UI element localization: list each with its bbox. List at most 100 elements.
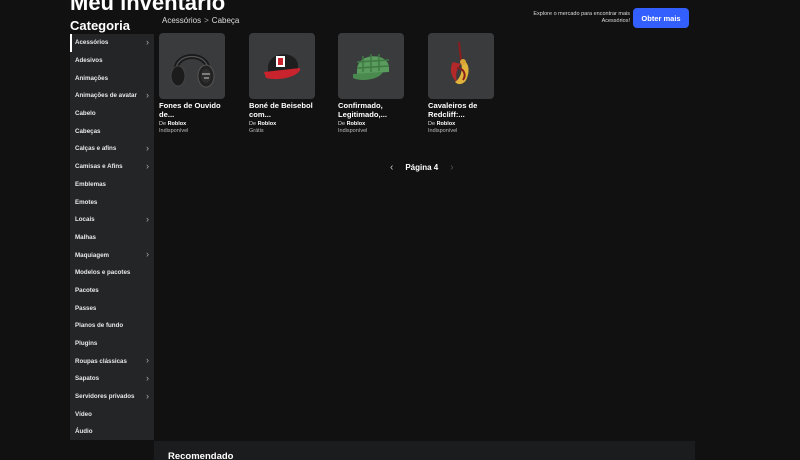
sidebar-item-maquiagem[interactable]: Maquiagem › <box>70 246 154 264</box>
item-creator-link[interactable]: Roblox <box>437 121 456 127</box>
plaid-cap-icon <box>353 54 390 80</box>
item-card[interactable]: Boné de Beisebol com... De Roblox Grátis <box>249 33 315 134</box>
item-thumbnail[interactable] <box>159 33 225 99</box>
sidebar-item-passes[interactable]: Passes <box>70 299 154 317</box>
sidebar-item-label: Camisas e Afins <box>75 163 123 171</box>
chevron-right-icon: › <box>146 373 149 384</box>
sidebar-item-label: Passes <box>75 304 97 312</box>
chevron-right-icon: › <box>146 355 149 366</box>
sidebar-item-adesivos[interactable]: Adesivos <box>70 52 154 70</box>
page-indicator: Página 4 <box>405 163 439 172</box>
item-price: Indisponível <box>338 127 368 134</box>
chevron-right-icon: › <box>146 37 149 47</box>
item-price: Indisponível <box>428 127 458 134</box>
sidebar-item-locais[interactable]: Locais › <box>70 211 154 229</box>
next-page-button[interactable]: › <box>450 162 453 173</box>
sidebar-item-malhas[interactable]: Malhas <box>70 229 154 247</box>
item-thumbnail[interactable] <box>249 33 315 99</box>
chevron-right-icon: › <box>146 249 149 260</box>
pagination: ‹ Página 4 › <box>390 162 454 173</box>
previous-page-button[interactable]: ‹ <box>390 162 393 173</box>
item-creator: De Roblox <box>159 121 225 127</box>
sidebar-item-label: Acessórios <box>75 39 109 47</box>
item-creator: De Roblox <box>338 121 404 127</box>
recommended-section: Recomendado <box>154 441 695 460</box>
sidebar-item-roupas-classicas[interactable]: Roupas clássicas › <box>70 352 154 370</box>
sidebar-item-sapatos[interactable]: Sapatos › <box>70 370 154 388</box>
sidebar-title: Categoria <box>70 18 130 33</box>
sidebar-item-label: Animações de avatar <box>75 92 137 100</box>
sidebar-item-animacoes[interactable]: Animações <box>70 69 154 87</box>
sidebar-item-label: Animações <box>75 74 109 82</box>
sidebar-item-label: Maquiagem <box>75 251 110 259</box>
sidebar-item-label: Calças e afins <box>75 145 117 153</box>
sidebar-item-video[interactable]: Vídeo <box>70 405 154 423</box>
recommended-title: Recomendado <box>168 451 234 460</box>
sidebar-item-label: Malhas <box>75 233 96 241</box>
item-creator: De Roblox <box>428 121 494 127</box>
item-thumbnail[interactable] <box>338 33 404 99</box>
chevron-right-icon: › <box>146 90 149 101</box>
item-card[interactable]: Fones de Ouvido de... De Roblox Indispon… <box>159 33 225 134</box>
item-name[interactable]: Boné de Beisebol com... <box>249 101 315 120</box>
item-creator-link[interactable]: Roblox <box>347 121 366 127</box>
sidebar-item-calcas[interactable]: Calças e afins › <box>70 140 154 158</box>
chevron-right-icon: › <box>146 213 149 224</box>
marketplace-promo-text: Explore o mercado para encontrar mais Ac… <box>533 11 630 24</box>
sidebar-item-camisas[interactable]: Camisas e Afins › <box>70 158 154 176</box>
sidebar-item-label: Locais <box>75 216 95 224</box>
sidebar-item-label: Roupas clássicas <box>75 357 127 365</box>
sidebar-item-planos-de-fundo[interactable]: Planos de fundo <box>70 317 154 335</box>
sidebar-item-label: Plugins <box>75 340 98 348</box>
sidebar-item-plugins[interactable]: Plugins <box>70 335 154 353</box>
sidebar-item-label: Sapatos <box>75 375 100 383</box>
item-price: Indisponível <box>159 127 189 134</box>
item-creator-prefix: De <box>159 120 167 127</box>
item-name[interactable]: Fones de Ouvido de... <box>159 101 225 120</box>
sidebar-item-cabecas[interactable]: Cabeças <box>70 122 154 140</box>
sidebar-item-cabelo[interactable]: Cabelo <box>70 105 154 123</box>
chevron-right-icon: › <box>146 160 149 171</box>
chevron-right-icon: › <box>146 143 149 154</box>
sidebar-item-label: Cabeças <box>75 127 101 135</box>
breadcrumb-separator: > <box>204 16 209 25</box>
breadcrumb-parent-link[interactable]: Acessórios <box>162 16 201 25</box>
sidebar-item-pacotes[interactable]: Pacotes <box>70 282 154 300</box>
sidebar-item-acessorios[interactable]: Acessórios › <box>70 34 154 52</box>
sidebar-item-emblemas[interactable]: Emblemas <box>70 176 154 194</box>
item-price: Grátis <box>249 127 264 134</box>
item-creator-link[interactable]: Roblox <box>258 121 277 127</box>
item-creator: De Roblox <box>249 121 315 127</box>
get-more-button[interactable]: Obter mais <box>633 8 689 28</box>
item-card[interactable]: Cavaleiros de Redcliff:... De Roblox Ind… <box>428 33 494 134</box>
knight-plume-icon <box>450 41 469 85</box>
category-sidebar: Acessórios › Adesivos Animações Animações… <box>70 34 154 440</box>
breadcrumb: Acessórios > Cabeça <box>162 16 239 25</box>
page-title: Meu inventário <box>70 0 226 15</box>
item-name[interactable]: Confirmado, Legitimado,... <box>338 101 404 120</box>
item-creator-prefix: De <box>428 120 436 127</box>
item-creator-link[interactable]: Roblox <box>168 121 187 127</box>
sidebar-item-servidores-privados[interactable]: Servidores privados › <box>70 388 154 406</box>
sidebar-item-label: Planos de fundo <box>75 322 124 330</box>
sidebar-item-label: Vídeo <box>75 410 92 418</box>
breadcrumb-current: Cabeça <box>211 16 240 25</box>
headphones-icon <box>170 54 215 88</box>
sidebar-item-label: Emblemas <box>75 180 106 188</box>
sidebar-item-label: Adesivos <box>75 57 103 65</box>
item-creator-prefix: De <box>249 120 257 127</box>
item-thumbnail[interactable] <box>428 33 494 99</box>
sidebar-item-label: Emotes <box>75 198 98 206</box>
sidebar-item-label: Cabelo <box>75 110 96 118</box>
sidebar-item-animacoes-de-avatar[interactable]: Animações de avatar › <box>70 87 154 105</box>
sidebar-item-label: Áudio <box>75 428 93 436</box>
item-name[interactable]: Cavaleiros de Redcliff:... <box>428 101 494 120</box>
sidebar-item-label: Modelos e pacotes <box>75 269 131 277</box>
sidebar-item-modelos[interactable]: Modelos e pacotes <box>70 264 154 282</box>
item-card[interactable]: Confirmado, Legitimado,... De Roblox Ind… <box>338 33 404 134</box>
chevron-right-icon: › <box>146 390 149 401</box>
sidebar-item-emotes[interactable]: Emotes <box>70 193 154 211</box>
sidebar-item-label: Pacotes <box>75 286 99 294</box>
sidebar-item-audio[interactable]: Áudio <box>70 423 154 441</box>
item-creator-prefix: De <box>338 120 346 127</box>
